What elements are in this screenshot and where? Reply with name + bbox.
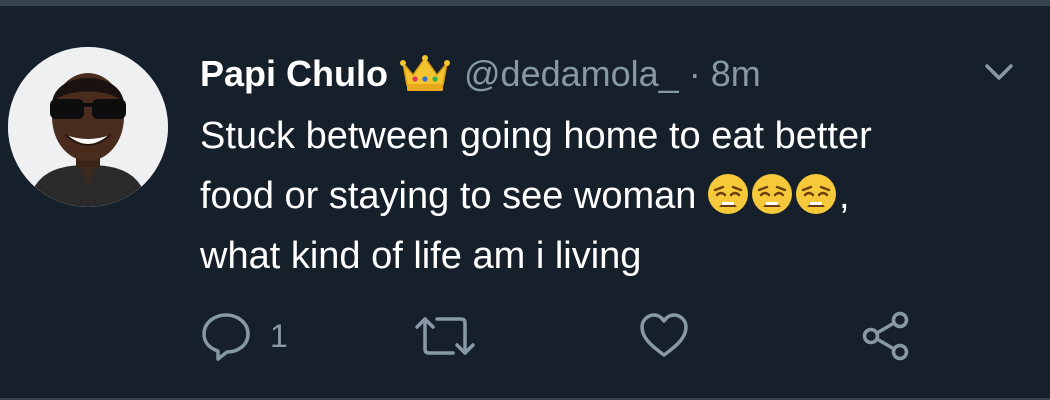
like-button[interactable] bbox=[638, 310, 690, 362]
author-name[interactable]: Papi Chulo bbox=[200, 53, 388, 95]
tweet-text: Stuck between going home to eat better f… bbox=[200, 106, 1030, 286]
tweet-text-line: what kind of life am i living bbox=[200, 235, 642, 277]
share-button[interactable] bbox=[860, 310, 912, 362]
avatar[interactable] bbox=[8, 47, 168, 207]
tweet-text-segment: , bbox=[838, 175, 850, 217]
weary-face-emoji-icon bbox=[707, 174, 748, 214]
separator-dot: · bbox=[688, 53, 701, 94]
retweet-icon bbox=[415, 317, 475, 355]
like-icon bbox=[640, 313, 688, 357]
tweet-timestamp[interactable]: 8m bbox=[711, 53, 761, 95]
tweet-text-line: Stuck between going home to eat better bbox=[200, 115, 872, 157]
tweet-text-line: food or staying to see woman , bbox=[200, 166, 1030, 226]
crown-icon bbox=[400, 55, 450, 93]
reply-button[interactable]: 1 bbox=[200, 310, 288, 362]
author-handle[interactable]: @dedamola_ bbox=[464, 53, 679, 95]
top-divider bbox=[0, 0, 1050, 6]
weary-face-emoji-icon bbox=[795, 174, 836, 214]
reply-icon bbox=[202, 313, 250, 361]
share-icon bbox=[862, 311, 909, 361]
tweet-text-segment: food or staying to see woman bbox=[200, 175, 707, 217]
chevron-down-icon[interactable] bbox=[983, 60, 1015, 84]
weary-face-emoji-icon bbox=[751, 174, 792, 214]
tweet-header: Papi Chulo @dedamola_ · 8m bbox=[200, 52, 761, 96]
retweet-button[interactable] bbox=[415, 310, 475, 362]
avatar-photo bbox=[8, 47, 168, 207]
reply-count: 1 bbox=[270, 317, 288, 354]
